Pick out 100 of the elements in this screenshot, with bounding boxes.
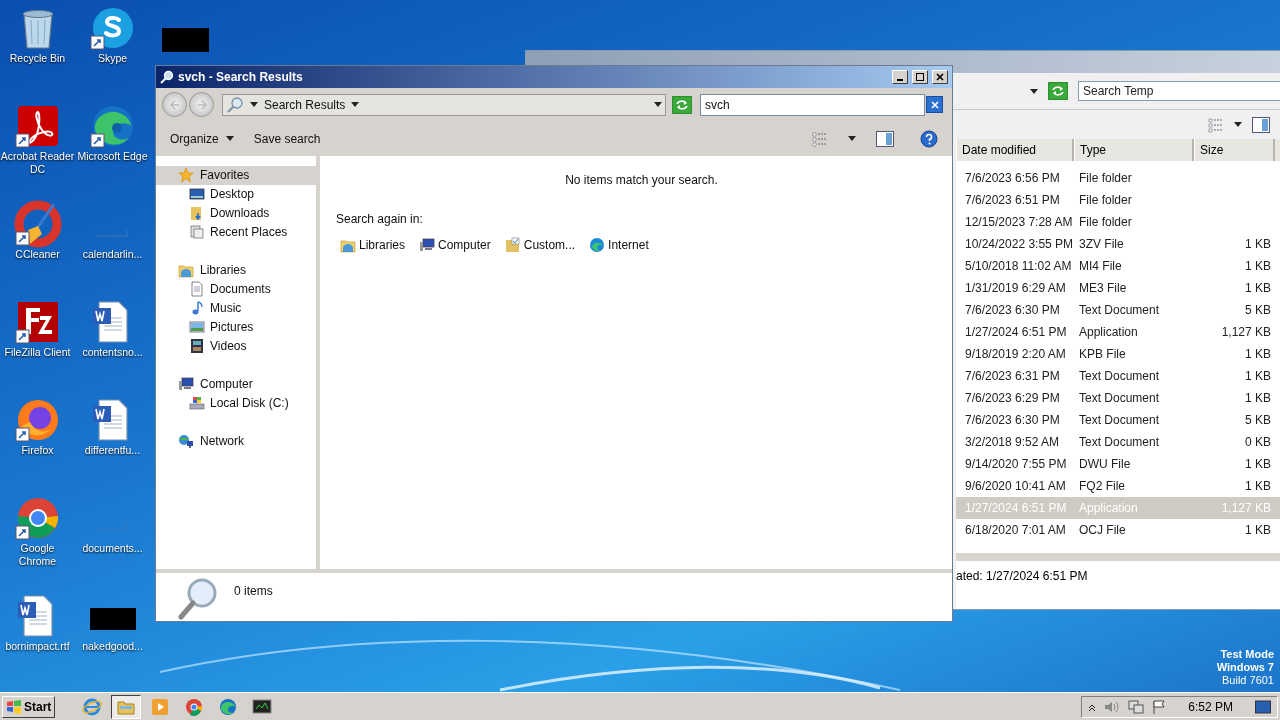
nav-item[interactable]: Music xyxy=(156,298,316,318)
nav-item[interactable]: Libraries xyxy=(156,260,316,280)
desktop-icon-label[interactable]: FileZilla Client xyxy=(0,346,75,359)
search-field[interactable]: svch xyxy=(700,93,925,116)
flag-icon[interactable] xyxy=(1152,699,1167,714)
desktop-icon-label[interactable]: documents... xyxy=(75,542,150,555)
column-header[interactable]: Date modified xyxy=(956,139,1074,161)
column-header[interactable]: Size xyxy=(1194,139,1275,161)
search-field[interactable]: Search Temp xyxy=(1078,81,1280,101)
toolbar-button[interactable]: Save search xyxy=(253,129,321,148)
app-icon[interactable] xyxy=(13,200,62,248)
nav-item[interactable]: Network xyxy=(156,431,316,451)
date-cell-text: 1/27/2024 6:51 PM xyxy=(964,324,1068,341)
nav-item[interactable]: Videos xyxy=(156,336,316,356)
file-row[interactable]: 3/2/2018 9:52 AM Text Document 0 KB xyxy=(956,431,1280,453)
search-again-label: Search again in: xyxy=(336,210,424,228)
file-row[interactable]: 9/6/2020 10:41 AM FQ2 File 1 KB xyxy=(956,475,1280,497)
view-caret-icon xyxy=(1234,122,1242,127)
date-cell-text: 7/6/2023 6:51 PM xyxy=(964,192,1061,209)
date-cell-text: 9/18/2019 2:20 AM xyxy=(964,346,1067,363)
nav-item[interactable]: Pictures xyxy=(156,317,316,337)
desktop-icon-label[interactable]: Google Chrome xyxy=(0,542,75,568)
search-location-link[interactable]: Libraries xyxy=(340,235,406,254)
chrome-icon xyxy=(184,696,205,717)
refresh-icon[interactable] xyxy=(1048,82,1068,100)
nav-item[interactable]: Documents xyxy=(156,279,316,299)
type-cell-text: MI4 File xyxy=(1078,258,1123,275)
desktop-icon-label[interactable]: Acrobat Reader DC xyxy=(0,150,75,176)
desktop-icon-label[interactable]: Recycle Bin xyxy=(0,52,75,65)
test-mode-text: Build 7601 xyxy=(1222,674,1274,687)
desktop-icon-label[interactable]: nakedgood... xyxy=(75,640,150,653)
search-location-link[interactable]: Computer xyxy=(419,235,491,254)
type-cell-text: KPB File xyxy=(1078,346,1127,363)
search-icon xyxy=(160,69,174,84)
desktop-icon-label[interactable]: Firefox xyxy=(0,444,75,457)
address-bar[interactable]: Search Results xyxy=(222,93,666,116)
file-row[interactable]: 9/14/2020 7:55 PM DWU File 1 KB xyxy=(956,453,1280,475)
column-header[interactable]: Type xyxy=(1074,139,1194,161)
clear-search-button[interactable] xyxy=(926,96,943,114)
desktop-icon-label[interactable]: CCleaner xyxy=(0,248,75,261)
show-desktop-icon[interactable] xyxy=(1255,699,1271,714)
desktop-icon-label[interactable]: Microsoft Edge xyxy=(75,150,150,163)
size-cell-text: 1 KB xyxy=(1244,456,1271,473)
status-text: ated: 1/27/2024 6:51 PM xyxy=(956,569,1088,583)
file-row[interactable]: 9/18/2019 2:20 AM KPB File 1 KB xyxy=(956,343,1280,365)
file-row[interactable]: 10/24/2022 3:55 PM 3ZV File 1 KB xyxy=(956,233,1280,255)
file-row[interactable]: 7/6/2023 6:30 PM Text Document 5 KB xyxy=(956,299,1280,321)
close-button[interactable] xyxy=(932,69,948,84)
desktop-icon-label[interactable]: calendarlin... xyxy=(75,248,150,261)
maximize-button[interactable] xyxy=(912,69,928,84)
close-icon xyxy=(936,72,944,81)
item-count: 0 items xyxy=(234,583,273,600)
search-location-link[interactable]: Internet xyxy=(589,235,649,254)
file-row[interactable]: 7/6/2023 6:30 PM Text Document 5 KB xyxy=(956,409,1280,431)
nav-item[interactable]: Downloads xyxy=(156,203,316,223)
type-cell-text: File folder xyxy=(1078,214,1133,231)
size-cell-text: 1,127 KB xyxy=(1220,324,1271,341)
type-cell-text: DWU File xyxy=(1078,456,1132,473)
nav-item[interactable]: Computer xyxy=(156,374,316,394)
computer-icon xyxy=(419,236,436,253)
type-cell-text: File folder xyxy=(1078,192,1133,209)
file-row[interactable]: 7/6/2023 6:56 PM File folder xyxy=(956,167,1280,189)
size-cell-text: 0 KB xyxy=(1244,434,1271,451)
file-row[interactable]: 1/31/2019 6:29 AM ME3 File 1 KB xyxy=(956,277,1280,299)
file-row[interactable]: 7/6/2023 6:29 PM Text Document 1 KB xyxy=(956,387,1280,409)
nav-item[interactable]: Desktop xyxy=(156,184,316,204)
desktop-icon-label[interactable]: bornimpact.rtf xyxy=(0,640,75,653)
address-text[interactable]: Search Results xyxy=(264,95,346,114)
pictures-icon xyxy=(189,319,205,336)
view-caret-icon xyxy=(848,136,856,142)
file-row[interactable]: 7/6/2023 6:31 PM Text Document 1 KB xyxy=(956,365,1280,387)
desktop-icon-label[interactable]: Skype xyxy=(75,52,150,65)
refresh-icon[interactable] xyxy=(672,95,692,114)
help-icon[interactable] xyxy=(920,129,938,148)
file-row[interactable]: 12/15/2023 7:28 AM File folder xyxy=(956,211,1280,233)
start-button[interactable]: Start xyxy=(2,695,56,718)
thumbnail-icon[interactable] xyxy=(162,28,209,52)
clock[interactable]: 6:52 PM xyxy=(1188,697,1233,716)
toolbar-button[interactable]: Organize xyxy=(170,129,234,148)
file-row[interactable]: 1/27/2024 6:51 PM Application 1,127 KB xyxy=(956,321,1280,343)
minimize-button[interactable] xyxy=(892,69,908,84)
forward-arrow-icon xyxy=(196,99,207,110)
preview-pane-icon[interactable] xyxy=(1252,116,1270,133)
preview-pane-icon[interactable] xyxy=(876,130,894,147)
file-row[interactable]: 7/6/2023 6:51 PM File folder xyxy=(956,189,1280,211)
nav-item[interactable]: Recent Places xyxy=(156,222,316,242)
nav-item[interactable]: Local Disk (C:) xyxy=(156,393,316,413)
taskbar-button[interactable] xyxy=(111,694,142,719)
star-icon xyxy=(178,167,194,184)
desktop-icon-label[interactable]: differentfu... xyxy=(75,444,150,457)
network-icon[interactable] xyxy=(1128,699,1145,714)
date-cell-text: 7/6/2023 6:30 PM xyxy=(964,412,1061,429)
nav-item[interactable]: Favorites xyxy=(156,165,316,185)
file-row[interactable]: 6/18/2020 7:01 AM OCJ File 1 KB xyxy=(956,519,1280,541)
show-hidden-icons-icon[interactable] xyxy=(1088,702,1097,711)
search-location-link[interactable]: Custom... xyxy=(504,235,576,254)
date-cell-text: 12/15/2023 7:28 AM xyxy=(964,214,1074,231)
file-row[interactable]: 5/10/2018 11:02 AM MI4 File 1 KB xyxy=(956,255,1280,277)
desktop-icon-label[interactable]: contentsno... xyxy=(75,346,150,359)
monitor-icon xyxy=(252,696,273,717)
